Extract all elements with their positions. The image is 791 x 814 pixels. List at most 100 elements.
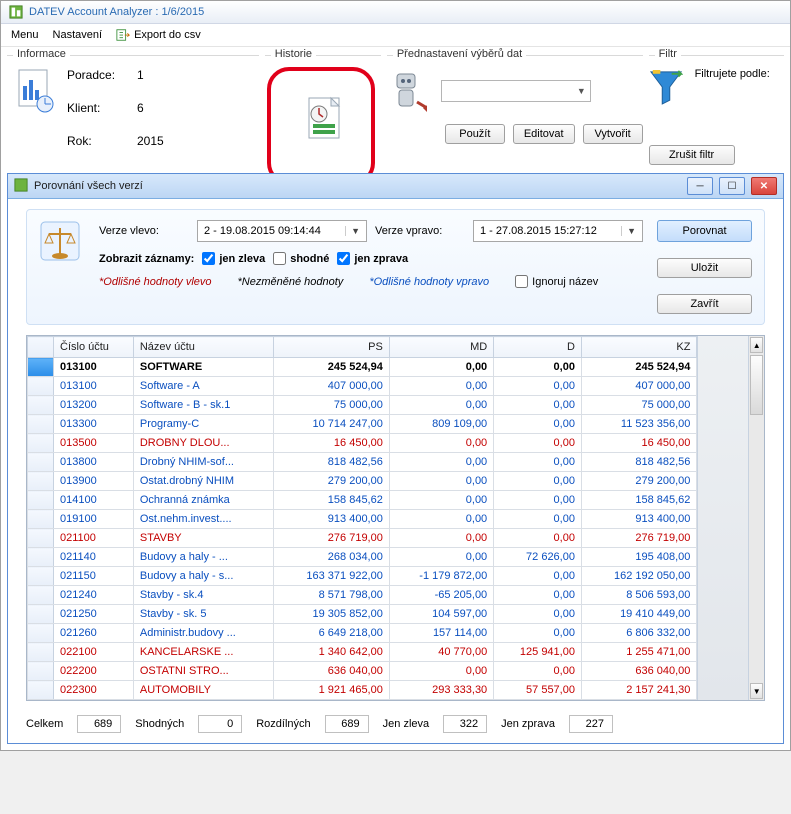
cell-d: 0,00: [494, 491, 582, 510]
table-row[interactable]: 021260Administr.budovy ...6 649 218,0015…: [28, 624, 697, 643]
table-row[interactable]: 021150Budovy a haly - s...163 371 922,00…: [28, 567, 697, 586]
cell-nazev: Stavby - sk. 5: [133, 605, 274, 624]
zrusit-filtr-button[interactable]: Zrušit filtr: [649, 145, 735, 165]
cell-ps: 268 034,00: [274, 548, 389, 567]
ignoruj-nazev-checkbox[interactable]: Ignoruj název: [515, 275, 598, 288]
cell-md: 0,00: [389, 377, 493, 396]
row-header[interactable]: [28, 624, 54, 643]
table-row[interactable]: 013900Ostat.drobný NHIM279 200,000,000,0…: [28, 472, 697, 491]
cell-d: 0,00: [494, 662, 582, 681]
cell-kz: 195 408,00: [581, 548, 696, 567]
cell-kz: 19 410 449,00: [581, 605, 696, 624]
scroll-thumb[interactable]: [750, 355, 763, 415]
row-header[interactable]: [28, 586, 54, 605]
pouzit-button[interactable]: Použít: [445, 124, 505, 144]
table-row[interactable]: 022200OSTATNI STRO...636 040,000,000,006…: [28, 662, 697, 681]
row-header[interactable]: [28, 434, 54, 453]
table-row[interactable]: 021100STAVBY276 719,000,000,00276 719,00: [28, 529, 697, 548]
col-kz[interactable]: KZ: [581, 337, 696, 358]
row-header[interactable]: [28, 662, 54, 681]
cell-d: 0,00: [494, 510, 582, 529]
col-cislo[interactable]: Číslo účtu: [54, 337, 134, 358]
cell-kz: 162 192 050,00: [581, 567, 696, 586]
cell-ps: 10 714 247,00: [274, 415, 389, 434]
row-header[interactable]: [28, 396, 54, 415]
row-header[interactable]: [28, 453, 54, 472]
col-d[interactable]: D: [494, 337, 582, 358]
row-header[interactable]: [28, 472, 54, 491]
cell-nazev: Ost.nehm.invest....: [133, 510, 274, 529]
row-header[interactable]: [28, 681, 54, 700]
cell-d: 0,00: [494, 472, 582, 491]
menu-settings[interactable]: Nastavení: [53, 29, 103, 41]
row-header[interactable]: [28, 510, 54, 529]
table-row[interactable]: 013300Programy-C10 714 247,00809 109,000…: [28, 415, 697, 434]
row-header[interactable]: [28, 415, 54, 434]
row-header[interactable]: [28, 491, 54, 510]
table-row[interactable]: 021140Budovy a haly - ...268 034,000,007…: [28, 548, 697, 567]
table-row[interactable]: 013800Drobný NHIM-sof...818 482,560,000,…: [28, 453, 697, 472]
row-header[interactable]: [28, 548, 54, 567]
table-row[interactable]: 021250Stavby - sk. 519 305 852,00104 597…: [28, 605, 697, 624]
row-header[interactable]: [28, 643, 54, 662]
row-header[interactable]: [28, 358, 54, 377]
table-row[interactable]: 013500DROBNY DLOU...16 450,000,000,0016 …: [28, 434, 697, 453]
table-row[interactable]: 013200Software - B - sk.175 000,000,000,…: [28, 396, 697, 415]
chevron-down-icon: ▼: [621, 226, 636, 236]
scroll-up-icon[interactable]: ▲: [750, 337, 763, 353]
scroll-down-icon[interactable]: ▼: [750, 683, 763, 699]
table-row[interactable]: 014100Ochranná známka158 845,620,000,001…: [28, 491, 697, 510]
col-ps[interactable]: PS: [274, 337, 389, 358]
table-row[interactable]: 013100SOFTWARE245 524,940,000,00245 524,…: [28, 358, 697, 377]
cell-d: 125 941,00: [494, 643, 582, 662]
cell-md: 157 114,00: [389, 624, 493, 643]
report-icon: [15, 68, 55, 114]
jen-zleva-checkbox[interactable]: jen zleva: [202, 252, 265, 265]
table-row[interactable]: 021240Stavby - sk.48 571 798,00-65 205,0…: [28, 586, 697, 605]
table-row[interactable]: 013100Software - A407 000,000,000,00407 …: [28, 377, 697, 396]
panel-historie: Historie: [265, 55, 381, 165]
vertical-scrollbar[interactable]: ▲ ▼: [748, 336, 764, 700]
cell-nazev: Software - B - sk.1: [133, 396, 274, 415]
shodne-checkbox[interactable]: shodné: [273, 252, 329, 265]
jen-zprava-checkbox[interactable]: jen zprava: [337, 252, 408, 265]
cell-md: 0,00: [389, 472, 493, 491]
row-header[interactable]: [28, 605, 54, 624]
cell-cislo: 021100: [54, 529, 134, 548]
col-nazev[interactable]: Název účtu: [133, 337, 274, 358]
porovnat-button[interactable]: Porovnat: [657, 220, 752, 242]
table-row[interactable]: 019100Ost.nehm.invest....913 400,000,000…: [28, 510, 697, 529]
cell-d: 0,00: [494, 605, 582, 624]
ulozit-button[interactable]: Uložit: [657, 258, 752, 278]
app-titlebar: DATEV Account Analyzer : 1/6/2015: [1, 1, 790, 24]
editovat-button[interactable]: Editovat: [513, 124, 575, 144]
minimize-button[interactable]: ─: [687, 177, 713, 195]
cell-md: 0,00: [389, 548, 493, 567]
panel-prednastaveni-title: Přednastavení výběrů dat: [393, 48, 526, 60]
row-header[interactable]: [28, 567, 54, 586]
maximize-button[interactable]: ☐: [719, 177, 745, 195]
verze-vpravo-select[interactable]: 1 - 27.08.2015 15:27:12 ▼: [473, 220, 643, 242]
verze-vlevo-select[interactable]: 2 - 19.08.2015 09:14:44 ▼: [197, 220, 367, 242]
cell-cislo: 013200: [54, 396, 134, 415]
table-row[interactable]: 022300AUTOMOBILY1 921 465,00293 333,3057…: [28, 681, 697, 700]
cell-kz: 6 806 332,00: [581, 624, 696, 643]
vytvorit-button[interactable]: Vytvořit: [583, 124, 643, 144]
cell-nazev: SOFTWARE: [133, 358, 274, 377]
preset-combo[interactable]: ▼: [441, 80, 591, 102]
close-button[interactable]: ✕: [751, 177, 777, 195]
menu-export[interactable]: Export do csv: [116, 28, 201, 42]
table-row[interactable]: 022100KANCELARSKE ...1 340 642,0040 770,…: [28, 643, 697, 662]
chevron-down-icon: ▼: [345, 226, 360, 236]
row-header[interactable]: [28, 529, 54, 548]
history-icon[interactable]: [303, 94, 343, 140]
col-md[interactable]: MD: [389, 337, 493, 358]
app-icon: [9, 5, 23, 19]
cell-ps: 913 400,00: [274, 510, 389, 529]
cell-kz: 11 523 356,00: [581, 415, 696, 434]
compare-titlebar: Porovnání všech verzí ─ ☐ ✕: [8, 174, 783, 199]
zavrit-button[interactable]: Zavřít: [657, 294, 752, 314]
menu-menu[interactable]: Menu: [11, 29, 39, 41]
zobrazit-label: Zobrazit záznamy:: [99, 253, 194, 265]
row-header[interactable]: [28, 377, 54, 396]
